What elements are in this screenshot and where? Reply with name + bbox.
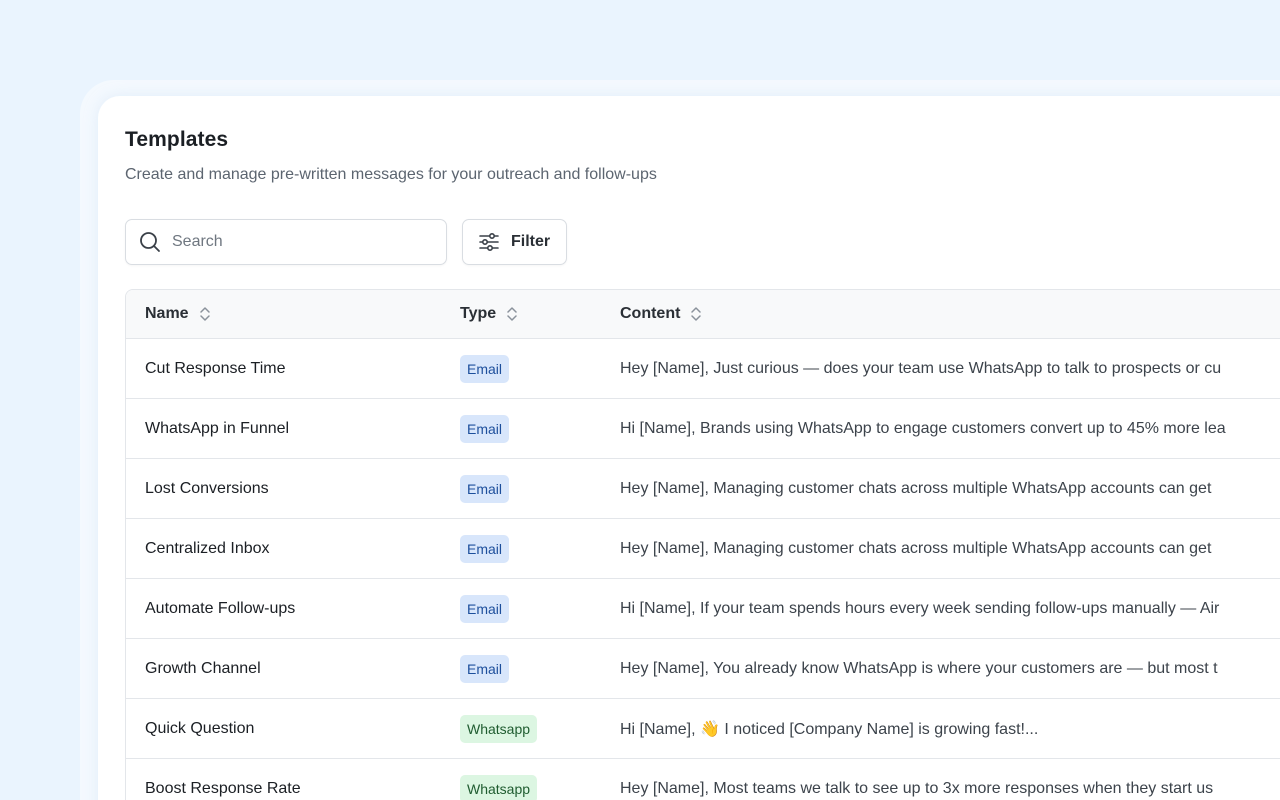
table-row[interactable]: Lost Conversions Email Hey [Name], Manag… (126, 459, 1280, 519)
column-label: Content (620, 305, 681, 322)
type-badge: Email (460, 594, 510, 623)
template-name: Automate Follow-ups (145, 599, 296, 617)
template-name: Centralized Inbox (145, 539, 270, 557)
template-content: Hey [Name], Most teams we talk to see up… (620, 779, 1214, 797)
page-title: Templates (125, 128, 229, 151)
template-content: Hey [Name], You already know WhatsApp is… (620, 659, 1218, 677)
table-row[interactable]: Automate Follow-ups Email Hi [Name], If … (126, 579, 1280, 639)
template-content: Hi [Name], Brands using WhatsApp to enga… (620, 419, 1226, 437)
table-row[interactable]: Quick Question Whatsapp Hi [Name], 👋 I n… (126, 699, 1280, 759)
type-badge: Whatsapp (460, 714, 538, 743)
page-subtitle: Create and manage pre-written messages f… (125, 166, 657, 183)
type-badge: Email (460, 414, 510, 443)
table-row[interactable]: Centralized Inbox Email Hey [Name], Mana… (126, 519, 1280, 579)
template-name: WhatsApp in Funnel (145, 419, 290, 437)
type-badge: Email (460, 354, 510, 383)
sort-icon (690, 305, 702, 323)
template-name: Quick Question (145, 719, 255, 737)
type-badge: Whatsapp (460, 774, 538, 800)
template-content: Hey [Name], Just curious — does your tea… (620, 359, 1222, 377)
type-badge: Email (460, 534, 510, 563)
type-badge: Email (460, 654, 510, 683)
column-header-type[interactable]: Type (460, 290, 518, 338)
column-header-name[interactable]: Name (145, 290, 211, 338)
template-name: Growth Channel (145, 659, 261, 677)
filter-label: Filter (511, 233, 551, 250)
search-input[interactable] (172, 233, 412, 251)
type-cell: Email (460, 399, 510, 458)
table-row[interactable]: Cut Response Time Email Hey [Name], Just… (126, 339, 1280, 399)
search-icon (138, 230, 162, 254)
template-content: Hi [Name], If your team spends hours eve… (620, 599, 1220, 617)
template-content: Hi [Name], 👋 I noticed [Company Name] is… (620, 720, 1039, 738)
search-box[interactable] (125, 219, 447, 265)
template-name: Cut Response Time (145, 359, 286, 377)
template-content: Hey [Name], Managing customer chats acro… (620, 479, 1212, 497)
filter-button[interactable]: Filter (462, 219, 567, 265)
sliders-icon (477, 230, 501, 254)
table-header: Name Type Content (126, 290, 1280, 339)
column-header-content[interactable]: Content (620, 290, 702, 338)
templates-table: Name Type Content Cut Response Time Emai… (125, 289, 1280, 800)
template-name: Lost Conversions (145, 479, 269, 497)
sort-icon (199, 305, 211, 323)
column-label: Name (145, 305, 189, 322)
type-cell: Email (460, 579, 510, 638)
type-cell: Email (460, 639, 510, 698)
sort-icon (506, 305, 518, 323)
type-badge: Email (460, 474, 510, 503)
type-cell: Email (460, 339, 510, 398)
table-row[interactable]: WhatsApp in Funnel Email Hi [Name], Bran… (126, 399, 1280, 459)
column-label: Type (460, 305, 497, 322)
type-cell: Email (460, 519, 510, 578)
table-row[interactable]: Boost Response Rate Whatsapp Hey [Name],… (126, 759, 1280, 800)
type-cell: Email (460, 459, 510, 518)
type-cell: Whatsapp (460, 759, 538, 800)
template-content: Hey [Name], Managing customer chats acro… (620, 539, 1212, 557)
template-name: Boost Response Rate (145, 779, 301, 797)
type-cell: Whatsapp (460, 699, 538, 758)
table-row[interactable]: Growth Channel Email Hey [Name], You alr… (126, 639, 1280, 699)
